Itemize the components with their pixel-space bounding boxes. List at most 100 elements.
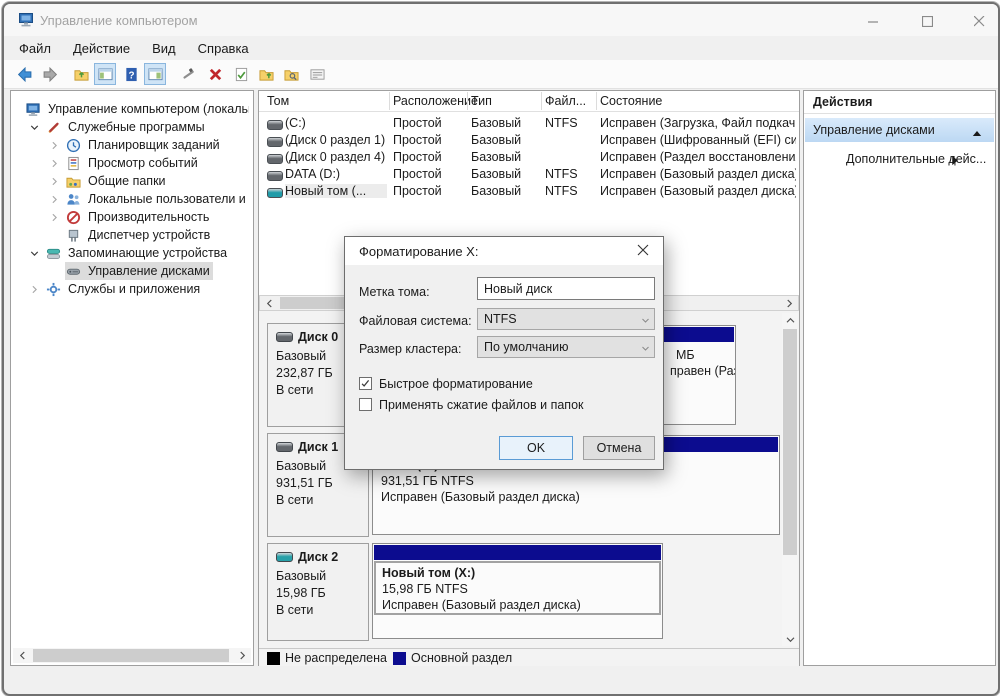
legend-label: Основной раздел: [411, 651, 512, 665]
primary-partition-bar: [374, 545, 661, 560]
cell-status: Исправен (Базовый раздел диска): [600, 167, 796, 181]
svg-text:?: ?: [128, 70, 134, 81]
disk-management-icon: [65, 264, 81, 279]
tree-item-label: Управление компьютером (локальным): [45, 101, 249, 117]
menu-item-справка[interactable]: Справка: [187, 39, 260, 58]
column-header-2[interactable]: Тип: [471, 94, 492, 108]
close-button[interactable]: [962, 10, 996, 32]
device-manager-icon: [65, 228, 81, 243]
window-frame: Управление компьютером ФайлДействиеВидСп…: [2, 2, 1000, 696]
chevron-down-icon[interactable]: [27, 120, 41, 134]
volume-label-input[interactable]: Новый диск: [477, 277, 655, 300]
disk-icon: [276, 442, 293, 452]
actions-more-item[interactable]: Дополнительные дейс...: [804, 149, 995, 171]
file-system-select[interactable]: NTFS: [477, 308, 655, 330]
column-header-4[interactable]: Состояние: [600, 94, 662, 108]
tree-item-content: Службы и приложения: [45, 280, 203, 298]
disk-status: В сети: [276, 492, 368, 509]
chevron-right-icon[interactable]: [47, 156, 61, 170]
tree-item-label: Планировщик заданий: [85, 137, 223, 153]
check-document-icon[interactable]: [230, 63, 252, 85]
column-header-3[interactable]: Файл...: [545, 94, 586, 108]
export-folder-icon[interactable]: [255, 63, 277, 85]
volume-icon: [267, 137, 283, 147]
volume-label-label: Метка тома:: [359, 285, 430, 299]
quick-format-checkbox[interactable]: [359, 377, 372, 390]
services-icon: [45, 282, 61, 297]
tree-item-7[interactable]: Диспетчер устройств: [11, 226, 253, 244]
scroll-up-icon[interactable]: [782, 313, 798, 327]
disk-size: 931,51 ГБ: [276, 475, 368, 492]
column-header-0[interactable]: Том: [267, 94, 289, 108]
tool-icon[interactable]: [177, 63, 199, 85]
volume-row-3[interactable]: DATA (D:)ПростойБазовыйNTFSИсправен (Баз…: [259, 166, 799, 183]
delete-volume-icon[interactable]: [204, 63, 226, 85]
chevron-right-icon[interactable]: [47, 210, 61, 224]
tree-item-1[interactable]: Служебные программы: [11, 118, 253, 136]
scroll-right-icon[interactable]: [782, 296, 796, 310]
tree-horizontal-scrollbar[interactable]: [13, 648, 251, 663]
tree-item-9[interactable]: Управление дисками: [11, 262, 253, 280]
tree-item-label: Просмотр событий: [85, 155, 201, 171]
chevron-down-icon[interactable]: [27, 246, 41, 260]
tree-item-2[interactable]: Планировщик заданий: [11, 136, 253, 154]
volume-row-2[interactable]: (Диск 0 раздел 4)ПростойБазовыйИсправен …: [259, 149, 799, 166]
volume-row-4[interactable]: Новый том (...ПростойБазовыйNTFSИсправен…: [259, 183, 799, 200]
chevron-right-icon[interactable]: [27, 282, 41, 296]
dialog-close-icon[interactable]: [637, 243, 649, 261]
scroll-left-icon[interactable]: [262, 296, 276, 310]
chevron-right-icon[interactable]: [47, 174, 61, 188]
column-separator: [389, 92, 390, 110]
ok-button[interactable]: OK: [499, 436, 573, 460]
compression-checkbox[interactable]: [359, 398, 372, 411]
tree-item-5[interactable]: Локальные пользователи и групп: [11, 190, 253, 208]
console-window-icon[interactable]: [94, 63, 116, 85]
tree-item-6[interactable]: Производительность: [11, 208, 253, 226]
menu-item-файл[interactable]: Файл: [8, 39, 62, 58]
scroll-thumb[interactable]: [33, 649, 229, 662]
back-icon[interactable]: [13, 63, 35, 85]
disk-name: Диск 1: [298, 440, 338, 454]
tree-item-10[interactable]: Службы и приложения: [11, 280, 253, 298]
show-console-tree-icon[interactable]: [144, 63, 166, 85]
collapse-icon[interactable]: [972, 125, 982, 143]
menu-item-вид[interactable]: Вид: [141, 39, 187, 58]
chevron-right-icon[interactable]: [47, 138, 61, 152]
chevron-down-icon: [641, 342, 650, 356]
partition-2-0[interactable]: Новый том (X:)15,98 ГБ NTFSИсправен (Баз…: [372, 543, 663, 639]
help-icon[interactable]: ?: [120, 63, 142, 85]
volume-row-1[interactable]: (Диск 0 раздел 1)ПростойБазовыйИсправен …: [259, 132, 799, 149]
performance-icon: [65, 210, 81, 225]
up-level-icon[interactable]: [70, 63, 92, 85]
volume-icon: [267, 154, 283, 164]
title-bar[interactable]: Управление компьютером: [4, 4, 998, 36]
tree-item-label: Службы и приложения: [65, 281, 203, 297]
properties-icon[interactable]: [306, 63, 328, 85]
cluster-size-select[interactable]: По умолчанию: [477, 336, 655, 358]
actions-group-disk-management[interactable]: Управление дисками: [805, 118, 994, 142]
column-header-1[interactable]: Расположение: [393, 94, 478, 108]
menu-item-действие[interactable]: Действие: [62, 39, 141, 58]
maximize-button[interactable]: [910, 10, 944, 32]
tree-item-4[interactable]: Общие папки: [11, 172, 253, 190]
volume-row-0[interactable]: (C:)ПростойБазовыйNTFSИсправен (Загрузка…: [259, 115, 799, 132]
computer-management-window: Управление компьютером ФайлДействиеВидСп…: [0, 0, 1000, 696]
disk-icon: [276, 552, 293, 562]
chevron-right-icon[interactable]: [47, 192, 61, 206]
scroll-right-icon[interactable]: [235, 648, 249, 663]
minimize-button[interactable]: [856, 10, 890, 32]
tree-item-3[interactable]: Просмотр событий: [11, 154, 253, 172]
scroll-down-icon[interactable]: [782, 632, 798, 646]
cell-location: Простой: [393, 116, 467, 130]
disk-view-vertical-scrollbar[interactable]: [782, 313, 798, 646]
tree-item-8[interactable]: Запоминающие устройства: [11, 244, 253, 262]
computer-icon: [25, 102, 41, 117]
format-dialog-title-bar[interactable]: Форматирование X:: [345, 237, 663, 265]
forward-icon[interactable]: [39, 63, 61, 85]
find-folder-icon[interactable]: [280, 63, 302, 85]
disk-label-2[interactable]: Диск 2Базовый15,98 ГБВ сети: [267, 543, 369, 641]
scroll-thumb[interactable]: [783, 329, 797, 555]
tree-item-0[interactable]: Управление компьютером (локальным): [11, 100, 253, 118]
scroll-left-icon[interactable]: [15, 648, 29, 663]
cancel-button[interactable]: Отмена: [583, 436, 655, 460]
